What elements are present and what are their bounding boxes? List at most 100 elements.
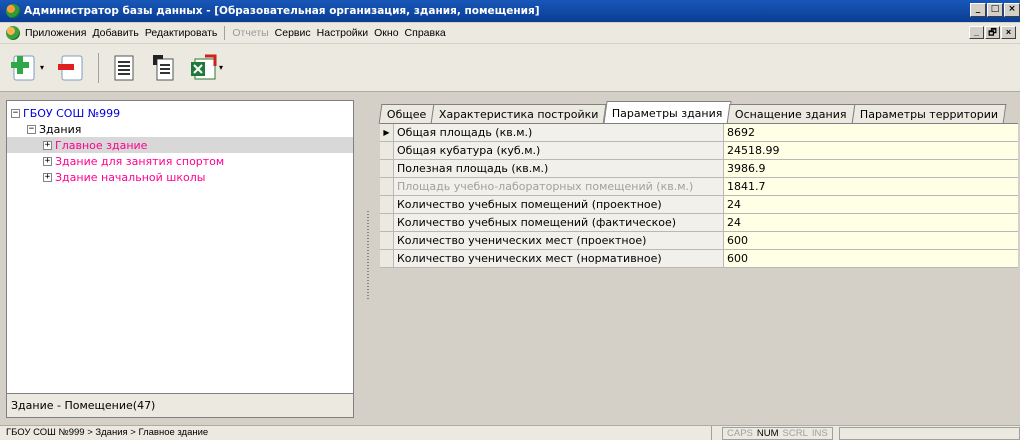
add-icon	[11, 55, 35, 80]
menu-service[interactable]: Сервис	[272, 27, 314, 39]
tree-node-label: ГБОУ СОШ №999	[23, 106, 121, 120]
tree-node-root[interactable]: − ГБОУ СОШ №999	[7, 105, 353, 121]
room-count-footer[interactable]: Здание - Помещение(47)	[7, 393, 353, 417]
tab-general[interactable]: Общее	[378, 104, 435, 124]
window-title: Администратор базы данных - [Образовател…	[24, 5, 540, 17]
list-button[interactable]	[105, 49, 143, 87]
row-indicator	[380, 250, 394, 267]
grid-row[interactable]: Общая кубатура (куб.м.) 24518.99	[380, 142, 1018, 160]
row-indicator	[380, 178, 394, 195]
grid-value[interactable]: 1841.7	[724, 178, 1018, 195]
expand-icon[interactable]: +	[43, 156, 52, 166]
scroll-indicator: SCRL	[782, 427, 808, 439]
mdi-restore-button[interactable]: 🗗	[985, 26, 1000, 39]
grid-label: Количество ученических мест (проектное)	[394, 232, 724, 249]
tab-territory-parameters[interactable]: Параметры территории	[851, 104, 1007, 124]
tree-node-label: Главное здание	[55, 138, 148, 152]
remove-button[interactable]	[52, 49, 90, 87]
menu-add[interactable]: Добавить	[89, 27, 141, 39]
add-button[interactable]	[6, 49, 44, 87]
grid-row[interactable]: Количество ученических мест (нормативное…	[380, 250, 1018, 268]
grid-value[interactable]: 3986.9	[724, 160, 1018, 177]
insert-indicator: INS	[811, 427, 828, 439]
tab-strip: Общее Характеристика постройки Параметры…	[378, 100, 1007, 124]
collapse-icon[interactable]: −	[27, 124, 36, 134]
keyboard-indicators: CAPS NUM SCRL INS	[722, 426, 833, 440]
tree-node-buildings[interactable]: − Здания	[7, 121, 353, 137]
row-indicator-icon: ▶	[380, 124, 394, 141]
menu-window[interactable]: Окно	[371, 27, 401, 39]
copy-button[interactable]	[145, 49, 183, 87]
tree-node-label: Здание для занятия спортом	[55, 154, 225, 168]
tab-building-equipment[interactable]: Оснащение здания	[726, 104, 856, 124]
list-icon	[114, 55, 134, 80]
grid-row[interactable]: Площадь учебно-лабораторных помещений (к…	[380, 178, 1018, 196]
mdi-window-icon[interactable]	[6, 26, 20, 40]
menu-applications[interactable]: Приложения	[22, 27, 89, 39]
app-icon	[6, 4, 20, 18]
caps-indicator: CAPS	[727, 427, 753, 439]
expand-icon[interactable]: +	[43, 172, 52, 182]
status-bar: ГБОУ СОШ №999 > Здания > Главное здание …	[0, 425, 1020, 440]
property-grid: ▶ Общая площадь (кв.м.) 8692 Общая кубат…	[380, 123, 1018, 268]
grid-row[interactable]: ▶ Общая площадь (кв.м.) 8692	[380, 124, 1018, 142]
tree-node-sports-building[interactable]: + Здание для занятия спортом	[7, 153, 353, 169]
copy-icon	[153, 54, 174, 80]
status-panel	[838, 426, 1020, 440]
expand-icon[interactable]: +	[43, 140, 52, 150]
grid-row[interactable]: Количество ученических мест (проектное) …	[380, 232, 1018, 250]
tree-node-label: Здания	[39, 122, 82, 136]
menu-help[interactable]: Справка	[402, 27, 449, 39]
mdi-minimize-button[interactable]: _	[969, 26, 984, 39]
row-indicator	[380, 214, 394, 231]
menu-bar: Приложения Добавить Редактировать Отчеты…	[0, 23, 1020, 43]
collapse-icon[interactable]: −	[11, 108, 20, 118]
panel-splitter[interactable]	[366, 210, 370, 300]
menu-separator	[224, 26, 226, 40]
remove-icon	[58, 55, 83, 80]
close-button[interactable]: ×	[1004, 3, 1020, 17]
row-indicator	[380, 160, 394, 177]
grid-label: Общая кубатура (куб.м.)	[394, 142, 724, 159]
row-indicator	[380, 142, 394, 159]
grid-label: Количество учебных помещений (проектное)	[394, 196, 724, 213]
mdi-controls: _ 🗗 ×	[969, 26, 1016, 39]
grid-row[interactable]: Полезная площадь (кв.м.) 3986.9	[380, 160, 1018, 178]
grid-value[interactable]: 24518.99	[724, 142, 1018, 159]
window-controls: _ □ ×	[970, 3, 1020, 17]
toolbar: ▾ ▾	[0, 44, 1020, 92]
tree-panel: − ГБОУ СОШ №999 − Здания + Главное здани…	[6, 100, 354, 418]
grid-value[interactable]: 24	[724, 214, 1018, 231]
excel-dropdown-arrow[interactable]: ▾	[219, 63, 223, 72]
status-path: ГБОУ СОШ №999 > Здания > Главное здание	[0, 425, 712, 440]
num-indicator: NUM	[756, 427, 779, 439]
tree-node-primary-school-building[interactable]: + Здание начальной школы	[7, 169, 353, 185]
grid-label: Количество ученических мест (нормативное…	[394, 250, 724, 267]
grid-label: Полезная площадь (кв.м.)	[394, 160, 724, 177]
excel-icon	[191, 54, 217, 79]
excel-export-button[interactable]	[185, 49, 223, 87]
toolbar-separator	[98, 52, 100, 83]
tab-construction[interactable]: Характеристика постройки	[430, 104, 608, 124]
row-indicator	[380, 232, 394, 249]
row-indicator	[380, 196, 394, 213]
menu-reports[interactable]: Отчеты	[229, 27, 271, 39]
title-bar: Администратор базы данных - [Образовател…	[0, 0, 1020, 22]
grid-label: Общая площадь (кв.м.)	[394, 124, 724, 141]
tree-node-main-building[interactable]: + Главное здание	[7, 137, 353, 153]
grid-row[interactable]: Количество учебных помещений (проектное)…	[380, 196, 1018, 214]
grid-value[interactable]: 24	[724, 196, 1018, 213]
grid-value[interactable]: 600	[724, 250, 1018, 267]
maximize-button[interactable]: □	[987, 3, 1003, 17]
grid-value[interactable]: 600	[724, 232, 1018, 249]
grid-row[interactable]: Количество учебных помещений (фактическо…	[380, 214, 1018, 232]
add-dropdown-arrow[interactable]: ▾	[40, 63, 44, 72]
grid-value[interactable]: 8692	[724, 124, 1018, 141]
mdi-close-button[interactable]: ×	[1001, 26, 1016, 39]
menu-edit[interactable]: Редактировать	[142, 27, 221, 39]
grid-label: Площадь учебно-лабораторных помещений (к…	[394, 178, 724, 195]
tab-building-parameters[interactable]: Параметры здания	[603, 101, 731, 124]
menu-settings[interactable]: Настройки	[314, 27, 372, 39]
tree-node-label: Здание начальной школы	[55, 170, 206, 184]
minimize-button[interactable]: _	[970, 3, 986, 17]
